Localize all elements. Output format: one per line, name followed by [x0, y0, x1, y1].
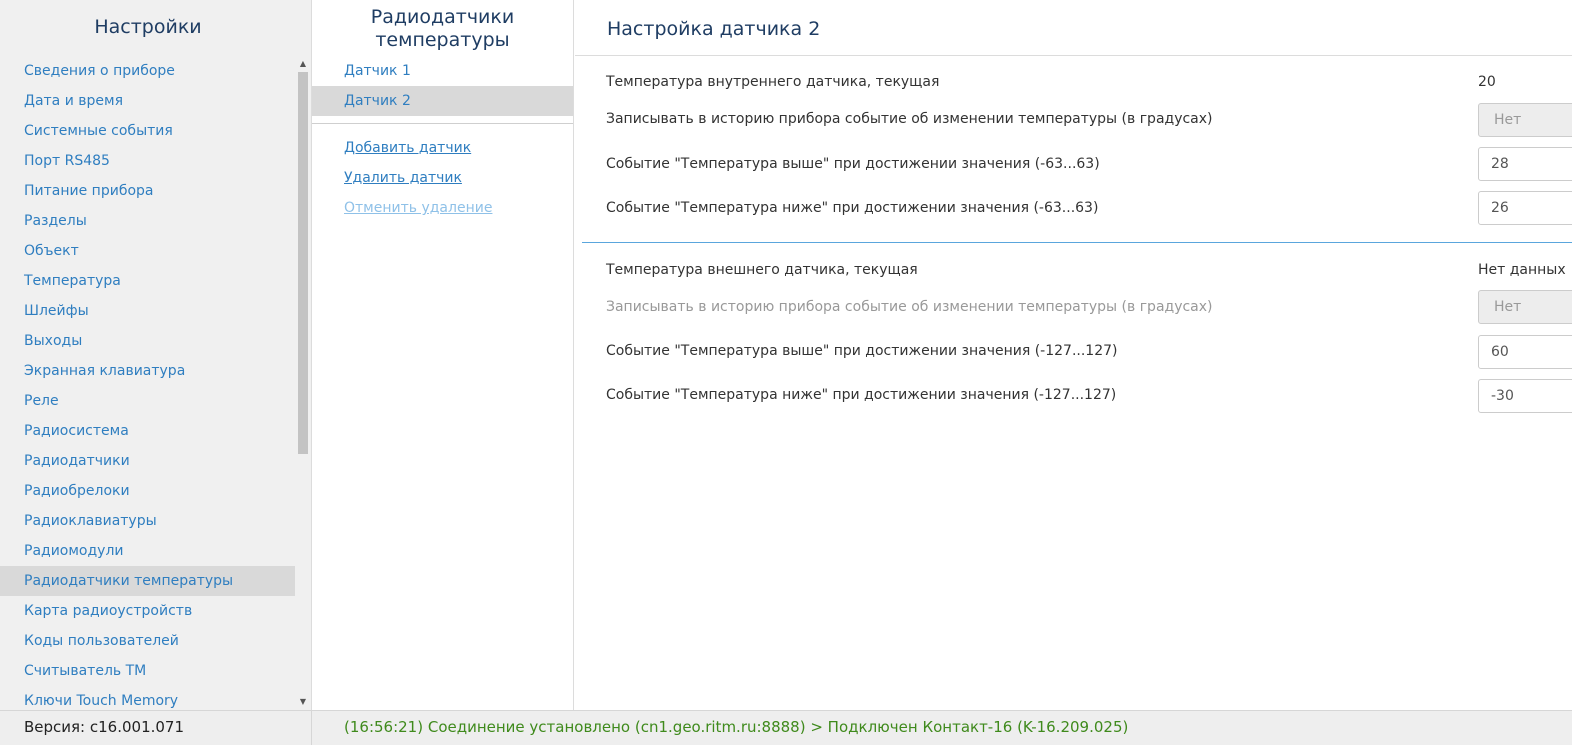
sidebar-item-date-time[interactable]: Дата и время [0, 86, 295, 116]
sidebar-item-tm-reader[interactable]: Считыватель ТМ [0, 656, 295, 686]
external-current-temp-label: Температура внешнего датчика, текущая [606, 262, 918, 278]
internal-low-event-label: Событие "Температура ниже" при достижени… [606, 200, 1099, 216]
sidebar-item-radio-sensors[interactable]: Радиодатчики [0, 446, 295, 476]
scrollbar-thumb[interactable] [298, 72, 308, 454]
external-low-threshold-input[interactable]: -30 [1478, 379, 1572, 413]
internal-high-event-label: Событие "Температура выше" при достижени… [606, 156, 1100, 172]
sidebar-scrollbar[interactable]: ▲ ▼ [296, 56, 310, 710]
section-divider [582, 242, 1572, 243]
page-title: Настройка датчика 2 [607, 18, 821, 40]
sidebar-item-radio-keyfobs[interactable]: Радиобрелоки [0, 476, 295, 506]
internal-high-threshold-input[interactable]: 28 [1478, 147, 1572, 181]
sensor-list-panel: Радиодатчики температуры Датчик 1 Датчик… [312, 0, 574, 710]
sidebar-item-radio-device-map[interactable]: Карта радиоустройств [0, 596, 295, 626]
sensor-settings-panel: Настройка датчика 2 Температура внутренн… [575, 0, 1572, 710]
sidebar-item-temperature[interactable]: Температура [0, 266, 295, 296]
version-label: Версия: c16.001.071 [24, 718, 185, 736]
external-log-label: Записывать в историю прибора событие об … [606, 299, 1213, 315]
status-bar: Версия: c16.001.071 (16:56:21) Соединени… [0, 710, 1572, 745]
title-divider [575, 55, 1572, 56]
sidebar-item-rs485-port[interactable]: Порт RS485 [0, 146, 295, 176]
sidebar-item-system-events[interactable]: Системные события [0, 116, 295, 146]
sidebar-item-radio-keyboards[interactable]: Радиоклавиатуры [0, 506, 295, 536]
connection-status-text: (16:56:21) Соединение установлено (cn1.g… [344, 718, 1129, 736]
sidebar-item-relay[interactable]: Реле [0, 386, 295, 416]
internal-log-select: Нет [1478, 103, 1572, 137]
external-current-temp-value: Нет данных [1478, 262, 1566, 278]
sidebar-item-partitions[interactable]: Разделы [0, 206, 295, 236]
external-high-threshold-input[interactable]: 60 [1478, 335, 1572, 369]
sidebar-item-radio-system[interactable]: Радиосистема [0, 416, 295, 446]
sidebar-item-radio-modules[interactable]: Радиомодули [0, 536, 295, 566]
sidebar-item-loops[interactable]: Шлейфы [0, 296, 295, 326]
sidebar-title: Настройки [94, 16, 202, 38]
undo-delete-link: Отменить удаление [344, 200, 493, 216]
sensor-list-divider [312, 123, 573, 124]
scroll-up-arrow-icon[interactable]: ▲ [298, 58, 308, 70]
status-bar-separator [311, 711, 312, 745]
sensor-list: Датчик 1 Датчик 2 [312, 56, 573, 116]
external-low-event-label: Событие "Температура ниже" при достижени… [606, 387, 1117, 403]
delete-sensor-link[interactable]: Удалить датчик [344, 163, 492, 193]
external-log-select: Нет [1478, 290, 1572, 324]
sidebar-item-device-info[interactable]: Сведения о приборе [0, 56, 295, 86]
sidebar-item-outputs[interactable]: Выходы [0, 326, 295, 356]
sensor-item-1[interactable]: Датчик 1 [312, 56, 573, 86]
sidebar-item-radio-temperature-sensors[interactable]: Радиодатчики температуры [0, 566, 295, 596]
sensor-item-2[interactable]: Датчик 2 [312, 86, 573, 116]
sidebar-item-object[interactable]: Объект [0, 236, 295, 266]
sensor-actions: Добавить датчик Удалить датчик Отменить … [344, 133, 492, 223]
sidebar-item-screen-keyboard[interactable]: Экранная клавиатура [0, 356, 295, 386]
internal-log-label: Записывать в историю прибора событие об … [606, 111, 1213, 127]
scroll-down-arrow-icon[interactable]: ▼ [298, 696, 308, 708]
internal-current-temp-value: 20 [1478, 74, 1496, 90]
sidebar-menu: Сведения о приборе Дата и время Системны… [0, 56, 295, 716]
settings-sidebar: Настройки Сведения о приборе Дата и врем… [0, 0, 312, 710]
sidebar-item-user-codes[interactable]: Коды пользователей [0, 626, 295, 656]
external-high-event-label: Событие "Температура выше" при достижени… [606, 343, 1118, 359]
add-sensor-link[interactable]: Добавить датчик [344, 133, 492, 163]
internal-current-temp-label: Температура внутреннего датчика, текущая [606, 74, 940, 90]
sensor-panel-title: Радиодатчики температуры [370, 6, 515, 51]
sidebar-item-device-power[interactable]: Питание прибора [0, 176, 295, 206]
internal-low-threshold-input[interactable]: 26 [1478, 191, 1572, 225]
